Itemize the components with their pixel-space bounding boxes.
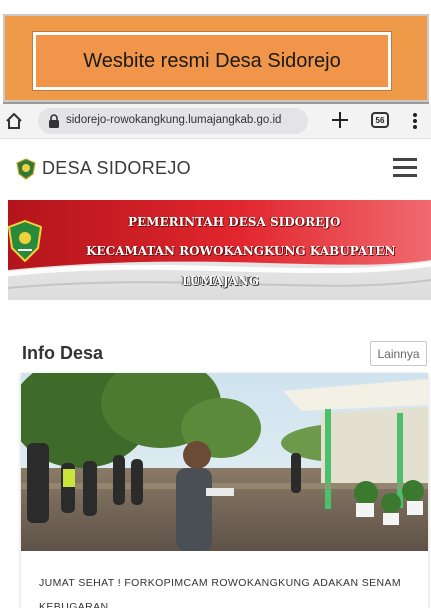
address-bar[interactable]: sidorejo-rowokangkung.lumajangkab.go.id (38, 108, 308, 134)
plus-icon[interactable] (330, 110, 350, 130)
caption-text: Wesbite resmi Desa Sidorejo (32, 31, 392, 91)
more-button[interactable]: Lainnya (370, 341, 427, 366)
url-text: sidorejo-rowokangkung.lumajangkab.go.id (66, 114, 282, 126)
tabs-icon[interactable]: 56 (371, 112, 389, 128)
site-header: DESA SIDOREJO (0, 139, 431, 197)
hamburger-menu-icon[interactable] (393, 158, 417, 178)
article-title[interactable]: JUMAT SEHAT ! FORKOPIMCAM ROWOKANGKUNG A… (39, 571, 419, 608)
kebab-menu-icon[interactable] (412, 112, 418, 130)
browser-toolbar: sidorejo-rowokangkung.lumajangkab.go.id … (0, 104, 431, 139)
banner-line-3: LUMAJANG (182, 274, 260, 288)
village-emblem-icon[interactable] (16, 158, 36, 180)
site-title[interactable]: DESA SIDOREJO (42, 158, 191, 179)
caption-card: Wesbite resmi Desa Sidorejo (3, 14, 429, 102)
article-photo[interactable] (21, 373, 428, 551)
banner-line-1: PEMERINTAH DESA SIDOREJO (128, 215, 341, 229)
article-card[interactable]: JUMAT SEHAT ! FORKOPIMCAM ROWOKANGKUNG A… (21, 373, 428, 608)
page: Wesbite resmi Desa Sidorejo sidorejo-row… (0, 0, 431, 608)
home-icon[interactable] (4, 111, 24, 131)
lock-icon (49, 114, 59, 128)
banner-line-2: KECAMATAN ROWOKANGKUNG KABUPATEN (86, 244, 396, 258)
kabupaten-emblem-icon (8, 220, 42, 262)
hero-banner: PEMERINTAH DESA SIDOREJO KECAMATAN ROWOK… (8, 200, 431, 300)
section-title: Info Desa (22, 343, 104, 363)
